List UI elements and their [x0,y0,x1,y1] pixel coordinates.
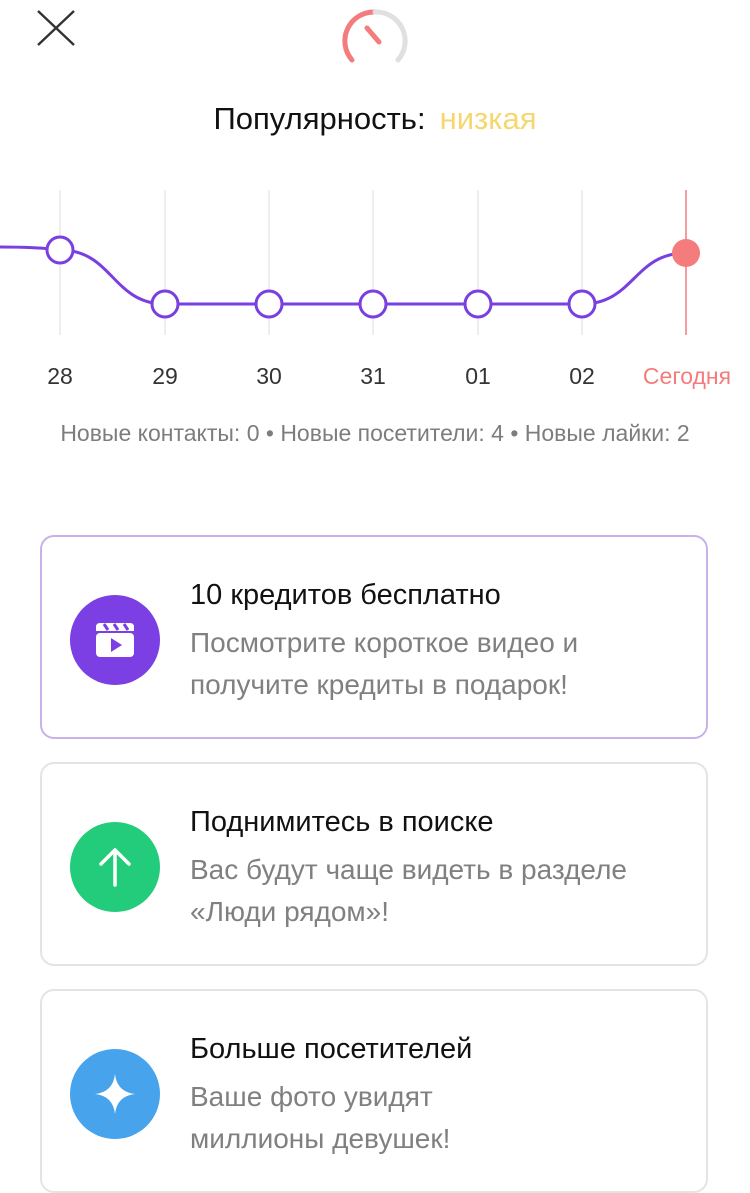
chart-point [567,289,597,319]
popularity-value: низкая [439,101,537,136]
boost-search-desc-line-2: «Люди рядом»! [190,896,390,927]
chart-x-tick-label: 28 [47,363,73,389]
more-visitors-card[interactable]: Больше посетителей Ваше фото увидят милл… [40,989,708,1193]
chart-x-tick-label: 29 [152,363,178,389]
more-visitors-desc-line-2: миллионы девушек! [190,1123,451,1154]
chart-point [254,289,284,319]
popularity-row: Популярность: низкая [0,98,750,140]
chart-x-tick-label: 01 [465,363,491,389]
chart-point-today [672,239,700,267]
arrow-up-icon [99,848,131,887]
free-credits-description: Посмотрите короткое видео и получите кре… [190,622,690,706]
chart-point [45,235,75,265]
free-credits-icon-circle [70,595,160,685]
chart-x-tick-label: 30 [256,363,282,389]
chart-point [463,289,493,319]
free-credits-desc-line-2: получите кредиты в подарок! [190,669,568,700]
chart-x-tick-label: 31 [360,363,386,389]
chart-x-tick-label: 02 [569,363,595,389]
more-visitors-title: Больше посетителей [190,1033,473,1065]
sparkle-icon [95,1074,135,1114]
free-credits-desc-line-1: Посмотрите короткое видео и [190,627,579,658]
popularity-chart: 28 29 30 31 01 02 Сегодня [0,190,731,389]
chart-point [150,289,180,319]
boost-search-card[interactable]: Поднимитесь в поиске Вас будут чаще виде… [40,762,708,966]
chart-point [358,289,388,319]
boost-search-description: Вас будут чаще видеть в разделе «Люди ря… [190,849,690,933]
popularity-label: Популярность: [213,101,426,136]
video-clapper-icon [96,623,134,657]
free-credits-title: 10 кредитов бесплатно [190,579,501,611]
chart-x-tick-label: Сегодня [643,363,731,389]
boost-search-icon-circle [70,822,160,912]
more-visitors-icon-circle [70,1049,160,1139]
boost-search-title: Поднимитесь в поиске [190,806,494,838]
boost-search-desc-line-1: Вас будут чаще видеть в разделе [190,854,627,885]
more-visitors-desc-line-1: Ваше фото увидят [190,1081,433,1112]
close-button[interactable] [34,8,78,48]
popularity-gauge-icon [342,8,408,74]
stats-summary: Новые контакты: 0 • Новые посетители: 4 … [60,420,690,446]
free-credits-card[interactable]: 10 кредитов бесплатно Посмотрите коротко… [40,535,708,739]
close-icon [37,10,75,46]
more-visitors-description: Ваше фото увидят миллионы девушек! [190,1076,690,1160]
